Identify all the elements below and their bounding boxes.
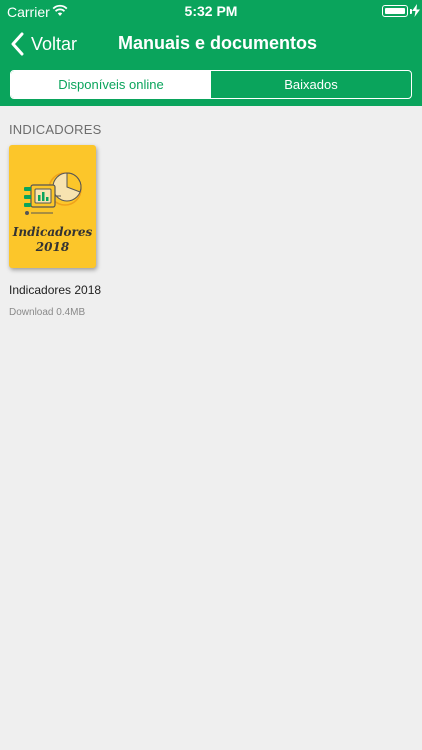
document-cover[interactable]: Indicadores 2018 <box>9 145 96 268</box>
charging-bolt-icon <box>412 4 420 17</box>
back-button[interactable]: Voltar <box>10 30 77 58</box>
tab-disponiveis-online[interactable]: Disponíveis online <box>11 71 211 98</box>
navigation-bar: Voltar Manuais e documentos <box>0 22 422 66</box>
back-label: Voltar <box>31 33 78 54</box>
cover-title-line2: 2018 <box>35 240 70 254</box>
page-title: Manuais e documentos <box>118 33 318 53</box>
section-title: INDICADORES <box>9 122 102 137</box>
document-name: Indicadores 2018 <box>9 283 102 297</box>
document-download-size[interactable]: Download 0.4MB <box>9 307 85 318</box>
cover-title-line1: Indicadores <box>12 225 93 239</box>
status-time: 5:32 PM <box>184 3 238 19</box>
segmented-control: Disponíveis online Baixados <box>10 70 412 99</box>
tab-baixados[interactable]: Baixados <box>211 71 411 98</box>
chevron-left-icon <box>11 32 24 56</box>
battery-icon <box>382 5 408 17</box>
cover-title: Indicadores 2018 <box>9 225 96 255</box>
header: Carrier 5:32 PM Voltar Manuais e documen… <box>0 0 422 106</box>
status-bar: Carrier 5:32 PM <box>0 0 422 22</box>
dashboard-chart-icon <box>24 172 82 215</box>
